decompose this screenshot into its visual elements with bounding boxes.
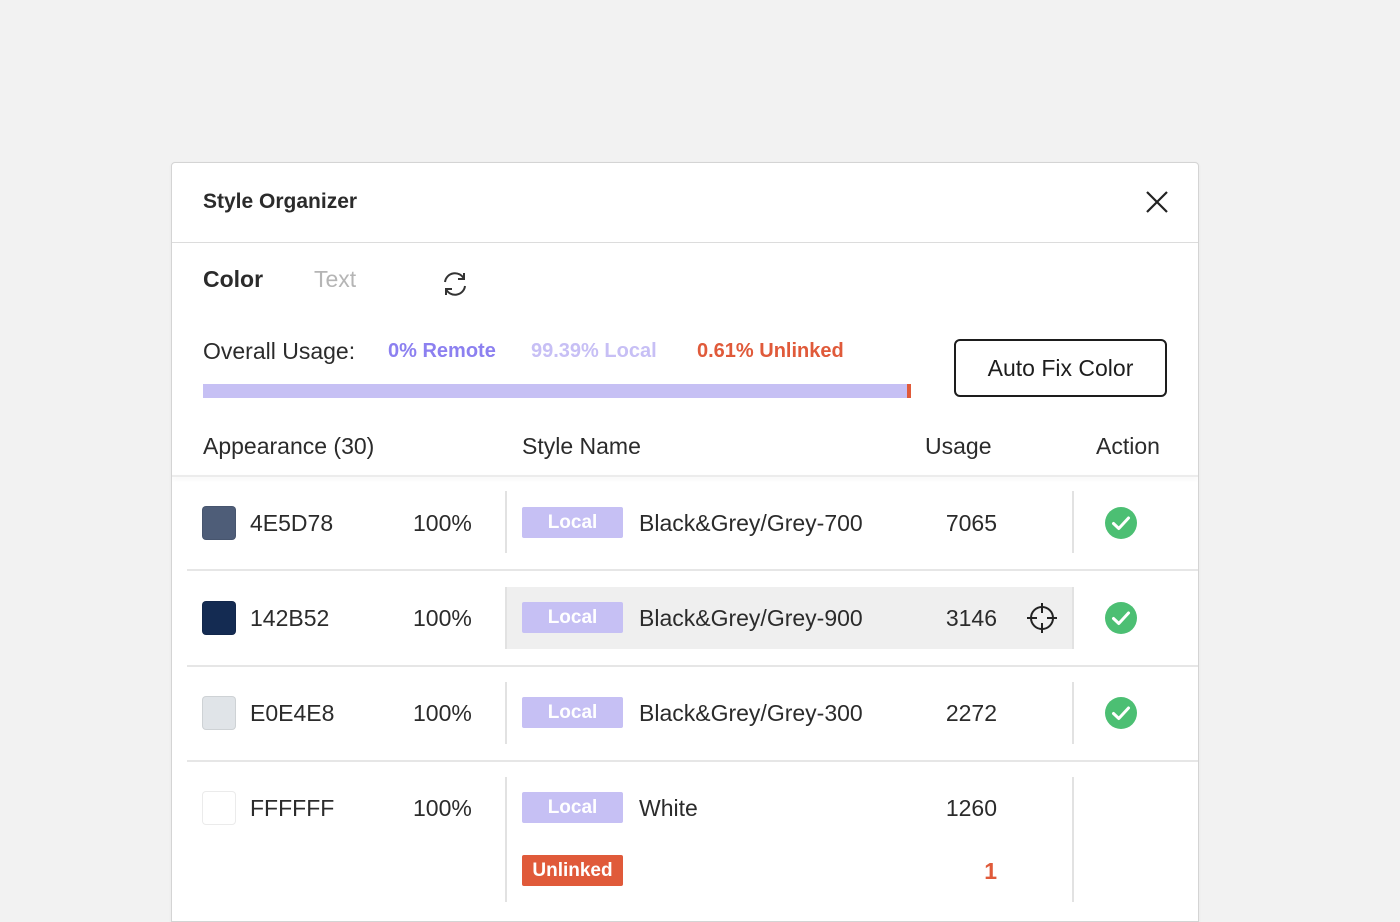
color-hex: E0E4E8 — [250, 700, 335, 726]
color-hex: 4E5D78 — [250, 510, 334, 536]
table-row[interactable]: E0E4E8 100% Local Black&Grey/Grey-300 22… — [187, 667, 1198, 762]
check-circle-icon[interactable] — [1104, 696, 1138, 730]
unlinked-tag: Unlinked — [522, 855, 623, 886]
usage-local-stat: 99.39% Local — [531, 340, 657, 362]
tab-color[interactable]: Color — [203, 266, 263, 293]
local-tag: Local — [522, 507, 623, 538]
check-circle-icon[interactable] — [1104, 506, 1138, 540]
cell-divider — [505, 682, 507, 744]
column-header-appearance: Appearance (30) — [203, 433, 375, 459]
style-organizer-panel: Style Organizer Color Text Overall Usage… — [171, 162, 1199, 922]
cell-divider — [505, 587, 507, 649]
color-opacity: 100% — [413, 795, 472, 821]
cell-divider — [1072, 682, 1074, 744]
column-header-action: Action — [1096, 433, 1160, 459]
usage-count: 2272 — [945, 700, 997, 726]
table-row[interactable]: 142B52 100% Local Black&Grey/Grey-900 31… — [187, 571, 1198, 667]
usage-unlinked-stat: 0.61% Unlinked — [697, 340, 844, 362]
usage-count: 1260 — [945, 795, 997, 821]
color-opacity: 100% — [413, 510, 472, 536]
style-name[interactable]: White — [639, 795, 698, 822]
table-row[interactable]: 4E5D78 100% Local Black&Grey/Grey-700 70… — [187, 477, 1198, 571]
color-swatch — [202, 601, 236, 635]
check-circle-icon[interactable] — [1104, 601, 1138, 635]
panel-header: Style Organizer — [172, 163, 1198, 243]
refresh-icon[interactable] — [439, 268, 471, 300]
local-tag: Local — [522, 602, 623, 633]
color-opacity: 100% — [413, 605, 472, 631]
unlinked-usage-count[interactable]: 1 — [984, 858, 997, 885]
color-swatch — [202, 696, 236, 730]
cell-divider — [1072, 491, 1074, 553]
auto-fix-color-button[interactable]: Auto Fix Color — [954, 339, 1167, 397]
color-hex: FFFFFF — [250, 795, 335, 821]
style-name[interactable]: Black&Grey/Grey-700 — [639, 510, 863, 537]
usage-remote-stat: 0% Remote — [388, 340, 496, 362]
cell-divider — [1072, 777, 1074, 902]
cell-divider — [505, 491, 507, 553]
close-icon[interactable] — [1142, 187, 1172, 217]
usage-count: 7065 — [945, 510, 997, 536]
color-hex: 142B52 — [250, 605, 330, 631]
local-tag: Local — [522, 697, 623, 728]
column-header-usage: Usage — [925, 433, 992, 459]
cell-divider — [1072, 587, 1074, 649]
style-name[interactable]: Black&Grey/Grey-300 — [639, 700, 863, 727]
usage-count: 3146 — [945, 605, 997, 631]
color-opacity: 100% — [413, 700, 472, 726]
column-header-style-name: Style Name — [522, 433, 641, 459]
color-swatch — [202, 506, 236, 540]
overall-usage-label: Overall Usage: — [203, 338, 356, 364]
cell-divider — [505, 777, 507, 902]
usage-bar-unlinked-segment — [907, 384, 911, 398]
tab-text[interactable]: Text — [314, 266, 356, 293]
color-swatch — [202, 791, 236, 825]
locate-target-icon[interactable] — [1025, 601, 1059, 635]
panel-title: Style Organizer — [203, 190, 358, 213]
style-name[interactable]: Black&Grey/Grey-900 — [639, 605, 863, 632]
table-row[interactable]: FFFFFF 100% Local White 1260 Unlinked 1 — [187, 762, 1198, 921]
local-tag: Local — [522, 792, 623, 823]
usage-progress-bar — [203, 384, 911, 398]
